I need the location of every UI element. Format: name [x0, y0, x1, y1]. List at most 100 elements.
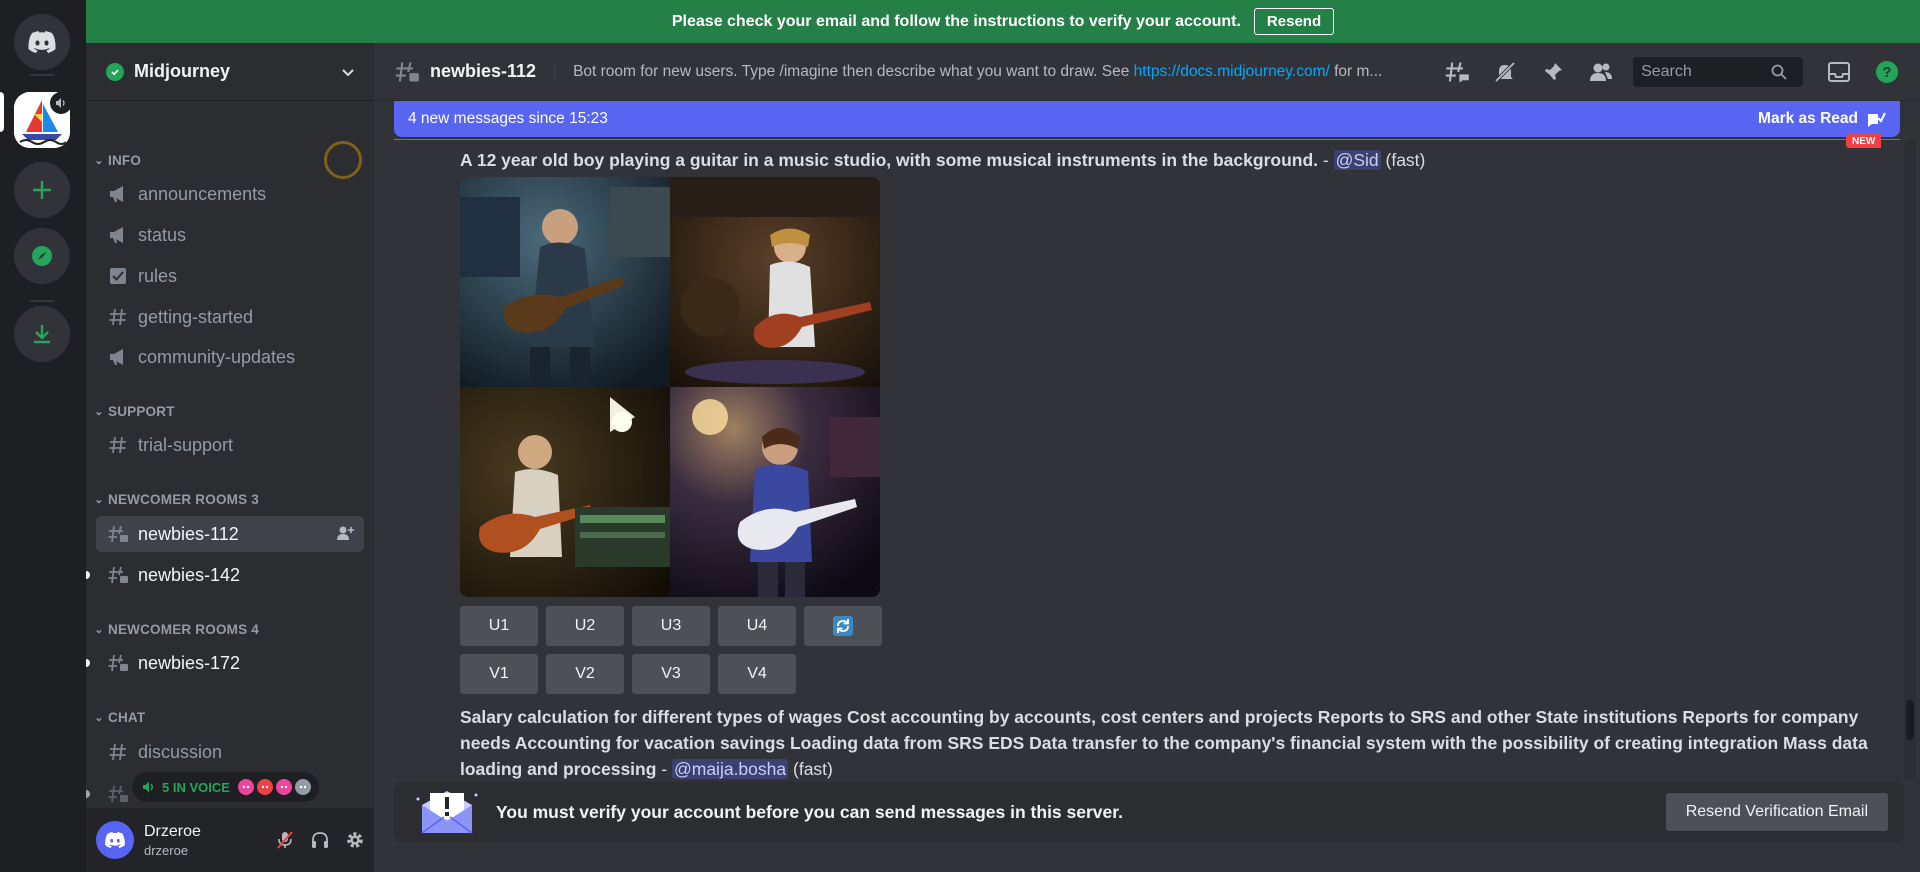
checkbox-icon — [106, 264, 130, 288]
server-rail — [0, 0, 86, 872]
home-button[interactable] — [14, 14, 70, 70]
channel-newbies-172[interactable]: newbies-172 — [86, 645, 364, 681]
voice-count: 5 IN VOICE — [162, 779, 230, 795]
channel-getting-started[interactable]: getting-started — [96, 299, 364, 335]
mark-as-read-label: Mark as Read — [1758, 110, 1858, 127]
generated-image-grid[interactable] — [460, 177, 880, 597]
channel-topic[interactable]: Bot room for new users. Type /imagine th… — [573, 63, 1429, 81]
notification-settings-button[interactable] — [1485, 52, 1525, 92]
channel-title: newbies-112 — [430, 61, 537, 81]
search-box[interactable] — [1633, 56, 1804, 87]
resend-button[interactable]: Resend — [1253, 8, 1335, 35]
category-info[interactable]: ⌄ INFO — [86, 150, 141, 170]
help-button[interactable]: ? — [1867, 52, 1907, 92]
message-list: A 12 year old boy playing a guitar in a … — [374, 140, 1904, 780]
reroll-button[interactable] — [804, 606, 882, 646]
deafen-button[interactable] — [304, 824, 336, 856]
unread-indicator — [86, 790, 90, 798]
channel-discussion[interactable]: discussion — [96, 734, 364, 770]
user-mention[interactable]: @Sid — [1333, 150, 1381, 170]
upscale-2-button[interactable]: U2 — [546, 606, 624, 646]
download-apps-button[interactable] — [14, 306, 70, 362]
user-mention[interactable]: @maija.bosha — [671, 759, 789, 779]
help-icon: ? — [1876, 60, 1899, 83]
loading-spinner — [324, 141, 362, 179]
inbox-button[interactable] — [1819, 52, 1859, 92]
resend-verification-button[interactable]: Resend Verification Email — [1665, 793, 1888, 831]
hash-icon — [106, 433, 130, 457]
channel-label: newbies-142 — [138, 564, 241, 585]
voice-avatar — [275, 779, 292, 795]
upscale-1-button[interactable]: U1 — [460, 606, 538, 646]
voice-avatar — [294, 779, 311, 795]
category-chat[interactable]: ⌄ CHAT — [86, 707, 145, 727]
avatar[interactable] — [96, 821, 134, 859]
explore-servers-button[interactable] — [14, 228, 70, 284]
mark-as-read-button[interactable]: Mark as Read — [1758, 110, 1886, 128]
hash-thread-icon — [106, 522, 130, 546]
threads-button[interactable] — [1437, 52, 1477, 92]
member-list-button[interactable] — [1581, 52, 1621, 92]
mute-button[interactable] — [269, 824, 301, 856]
channel-trial-support[interactable]: trial-support — [96, 427, 364, 463]
message-scrollbar[interactable] — [1904, 140, 1916, 780]
new-messages-bar[interactable]: 4 new messages since 15:23 Mark as Read — [394, 101, 1900, 137]
hash-icon — [106, 740, 130, 764]
upscale-3-button[interactable]: U3 — [632, 606, 710, 646]
new-messages-text: 4 new messages since 15:23 — [408, 110, 608, 127]
selected-server-indicator — [0, 92, 4, 132]
chevron-down-icon[interactable] — [340, 64, 356, 80]
channel-newbies-142[interactable]: newbies-142 — [86, 557, 364, 593]
image-tile-1 — [460, 177, 670, 387]
plus-icon — [33, 181, 51, 199]
compass-icon — [32, 246, 52, 266]
user-settings-button[interactable] — [339, 824, 371, 856]
hash-thread-icon — [106, 651, 130, 675]
scrollbar-thumb[interactable] — [1906, 700, 1914, 740]
category-newcomer-rooms-3[interactable]: ⌄ NEWCOMER ROOMS 3 — [86, 489, 259, 509]
rail-separator-2 — [30, 300, 54, 302]
search-input[interactable] — [1641, 62, 1772, 81]
voice-activity-pill[interactable]: 5 IN VOICE — [132, 772, 319, 802]
prompt-text: A 12 year old boy playing a guitar in a … — [460, 150, 1318, 170]
pin-icon — [1545, 62, 1563, 80]
threads-icon — [1445, 61, 1469, 83]
pinned-messages-button[interactable] — [1533, 52, 1573, 92]
megaphone-icon — [106, 223, 130, 247]
channel-newbies-112[interactable]: newbies-112 — [96, 516, 364, 552]
voice-avatar — [256, 779, 273, 795]
channel-rules[interactable]: rules — [96, 258, 364, 294]
rail-separator — [30, 74, 54, 76]
hash-icon — [106, 305, 130, 329]
channel-status[interactable]: status — [96, 217, 364, 253]
microphone-muted-icon — [277, 831, 293, 849]
topic-text-suffix: for m... — [1329, 62, 1383, 80]
channel-announcements[interactable]: announcements — [96, 176, 364, 212]
topic-text: Bot room for new users. Type /imagine th… — [573, 62, 1134, 80]
reroll-icon — [833, 616, 853, 636]
docs-link[interactable]: https://docs.midjourney.com/ — [1134, 63, 1330, 80]
channel-community-updates[interactable]: community-updates — [96, 339, 364, 375]
category-support[interactable]: ⌄ SUPPORT — [86, 401, 175, 421]
chevron-down-icon: ⌄ — [94, 493, 104, 506]
envelope-alert-icon — [416, 791, 478, 834]
unread-indicator — [86, 659, 90, 667]
add-server-button[interactable] — [14, 162, 70, 218]
variation-2-button[interactable]: V2 — [546, 654, 624, 694]
speaker-icon — [50, 92, 72, 114]
upscale-4-button[interactable]: U4 — [718, 606, 796, 646]
category-newcomer-rooms-4[interactable]: ⌄ NEWCOMER ROOMS 4 — [86, 619, 259, 639]
chevron-down-icon: ⌄ — [94, 405, 104, 418]
megaphone-icon — [106, 182, 130, 206]
variation-4-button[interactable]: V4 — [718, 654, 796, 694]
variation-1-button[interactable]: V1 — [460, 654, 538, 694]
variation-3-button[interactable]: V3 — [632, 654, 710, 694]
image-tile-3 — [460, 387, 670, 597]
guild-header[interactable]: Midjourney — [86, 43, 374, 101]
image-tile-2 — [670, 177, 880, 387]
guild-name: Midjourney — [134, 61, 231, 81]
speaker-icon — [143, 781, 153, 793]
user-names[interactable]: Drzeroe drzeroe — [144, 823, 269, 858]
unread-indicator — [86, 571, 90, 579]
add-member-icon[interactable] — [336, 524, 354, 547]
